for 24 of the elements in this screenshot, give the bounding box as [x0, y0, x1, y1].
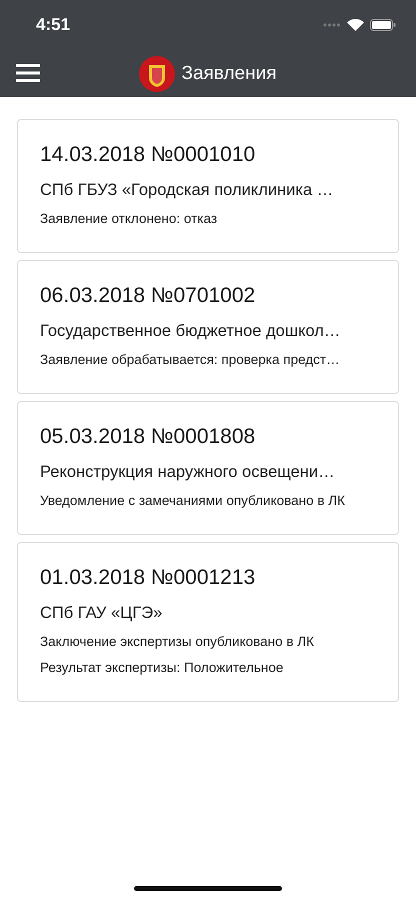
wifi-icon [347, 19, 364, 31]
application-title: 01.03.2018 №0001213 [40, 566, 256, 590]
application-title: 14.03.2018 №0001010 [40, 143, 256, 167]
status-text: Заключение экспертизы опубликовано в ЛК [40, 633, 316, 651]
menu-button[interactable] [16, 62, 40, 84]
signal-icon [323, 23, 341, 27]
organization-name: СПб ГБУЗ «Городская поликлиника … [40, 181, 334, 200]
battery-icon [370, 19, 396, 31]
application-card[interactable]: 05.03.2018 №0001808 Реконструкция наружного освещени… Уведомление с замечаниями опубликовано в ЛК [17, 401, 399, 535]
application-title: 06.03.2018 №0701002 [40, 284, 256, 308]
emblem-icon [139, 56, 176, 92]
screen-title: Заявления [181, 62, 277, 84]
status-text: Уведомление с замечаниями опубликовано в ЛК [40, 492, 346, 510]
status-text: Результат экспертизы: Положительное [40, 659, 284, 677]
status-text: Заявление отклонено: отказ [40, 210, 218, 228]
organization-name: Государственное бюджетное дошкол… [40, 322, 342, 341]
organization-name: СПб ГАУ «ЦГЭ» [40, 604, 164, 623]
application-card[interactable]: 06.03.2018 №0701002 Государственное бюджетное дошкол… Заявление обрабатывается: проверка предст… [17, 260, 399, 394]
organization-name: Реконструкция наружного освещени… [40, 463, 336, 482]
application-title: 05.03.2018 №0001808 [40, 425, 256, 449]
status-time: 4:51 [36, 15, 70, 35]
application-card[interactable]: 14.03.2018 №0001010 СПб ГБУЗ «Городская поликлиника … Заявление отклонено: отказ [17, 119, 399, 253]
status-text: Заявление обрабатывается: проверка предст… [40, 351, 341, 369]
application-card[interactable]: 01.03.2018 №0001213 СПб ГАУ «ЦГЭ» Заключение экспертизы опубликовано в ЛК Результат экспертизы: Положительное [17, 542, 399, 702]
